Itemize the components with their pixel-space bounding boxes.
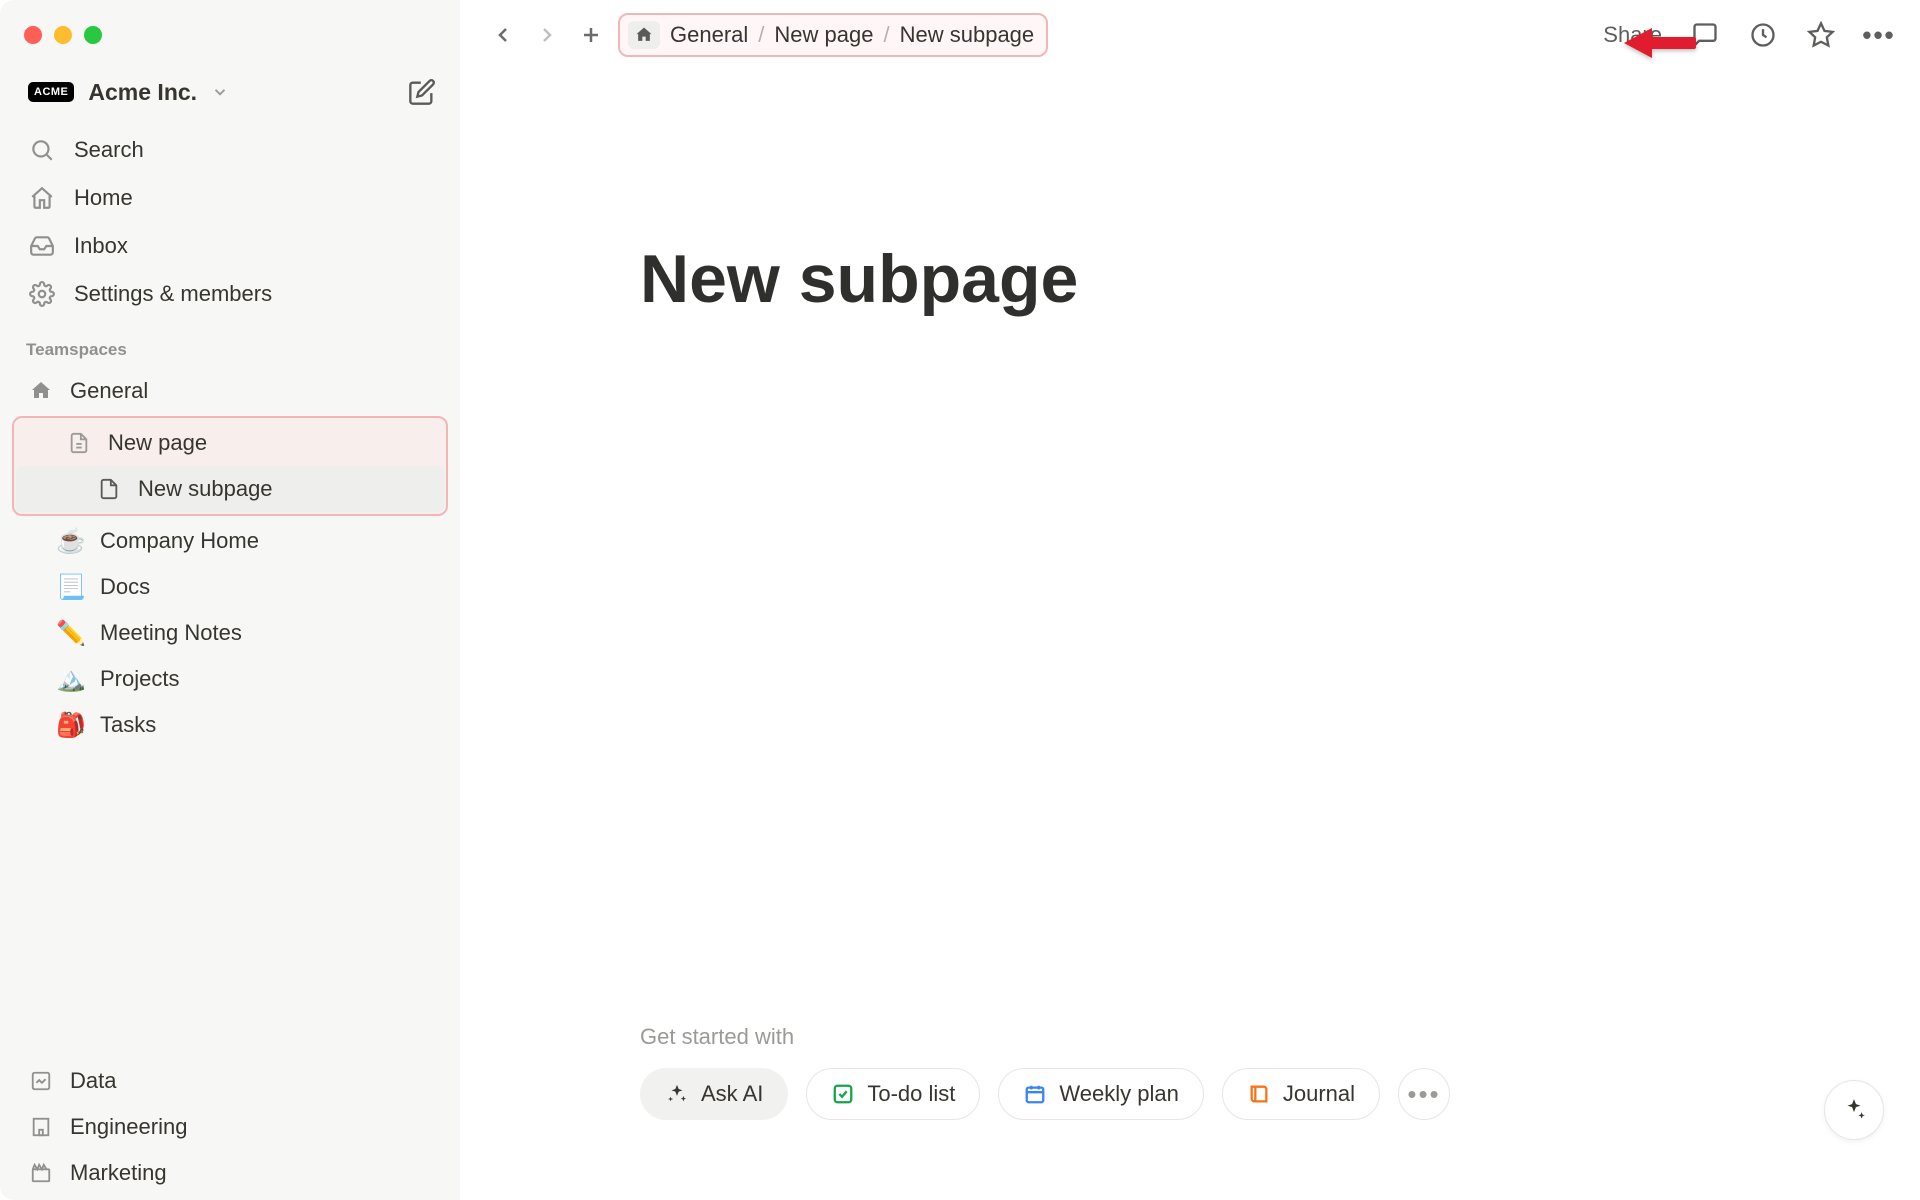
tree-item-label: Meeting Notes bbox=[100, 620, 242, 646]
pill-label: Journal bbox=[1283, 1081, 1355, 1107]
tree-item-tasks[interactable]: 🎒 Tasks bbox=[8, 702, 452, 748]
book-icon bbox=[1247, 1082, 1271, 1106]
starter-ask-ai[interactable]: Ask AI bbox=[640, 1068, 788, 1120]
maximize-window-button[interactable] bbox=[84, 26, 102, 44]
sidebar-item-search[interactable]: Search bbox=[10, 126, 450, 174]
starter-label: Get started with bbox=[640, 1024, 1920, 1050]
app-window: ACME Acme Inc. Search Home bbox=[0, 0, 1920, 1200]
tree-item-label: Engineering bbox=[70, 1114, 187, 1140]
breadcrumb-separator: / bbox=[883, 22, 889, 48]
tree-item-docs[interactable]: 📃 Docs bbox=[8, 564, 452, 610]
nav-back-button[interactable] bbox=[486, 18, 520, 52]
chevron-down-icon bbox=[211, 83, 229, 101]
tree-item-general[interactable]: General bbox=[8, 368, 452, 414]
sidebar-item-home[interactable]: Home bbox=[10, 174, 450, 222]
sidebar-tree: General New page New subpage ☕ bbox=[0, 368, 460, 748]
workspace-badge: ACME bbox=[28, 82, 74, 102]
tree-item-label: Marketing bbox=[70, 1160, 167, 1186]
tree-item-new-page[interactable]: New page bbox=[16, 420, 444, 466]
new-page-button[interactable] bbox=[408, 78, 436, 106]
workspace-switcher[interactable]: ACME Acme Inc. bbox=[0, 54, 460, 122]
chart-icon bbox=[26, 1066, 56, 1096]
sidebar-item-label: Search bbox=[74, 137, 144, 163]
starter-journal[interactable]: Journal bbox=[1222, 1068, 1380, 1120]
tree-item-label: New subpage bbox=[138, 476, 273, 502]
topbar: General / New page / New subpage Share bbox=[460, 0, 1920, 70]
breadcrumb-item[interactable]: New page bbox=[774, 22, 873, 48]
emoji-icon: ✏️ bbox=[56, 618, 86, 648]
breadcrumb-item[interactable]: New subpage bbox=[900, 22, 1035, 48]
highlight-annotation: New page New subpage bbox=[12, 416, 448, 516]
tree-item-data[interactable]: Data bbox=[8, 1058, 452, 1104]
sidebar-item-label: Home bbox=[74, 185, 133, 211]
tree-item-new-subpage[interactable]: New subpage bbox=[16, 466, 444, 512]
starter-todo[interactable]: To-do list bbox=[806, 1068, 980, 1120]
tree-item-label: Company Home bbox=[100, 528, 259, 554]
tree-item-engineering[interactable]: Engineering bbox=[8, 1104, 452, 1150]
sidebar-section-label: Teamspaces bbox=[0, 322, 460, 368]
tree-item-projects[interactable]: 🏔️ Projects bbox=[8, 656, 452, 702]
more-icon[interactable]: ••• bbox=[1864, 20, 1894, 50]
page-icon bbox=[94, 474, 124, 504]
tree-item-company-home[interactable]: ☕ Company Home bbox=[8, 518, 452, 564]
emoji-icon: 📃 bbox=[56, 572, 86, 602]
sidebar-item-label: Settings & members bbox=[74, 281, 272, 307]
clapper-icon bbox=[26, 1158, 56, 1188]
emoji-icon: 🏔️ bbox=[56, 664, 86, 694]
tree-item-label: Docs bbox=[100, 574, 150, 600]
sidebar-item-settings[interactable]: Settings & members bbox=[10, 270, 450, 318]
tree-item-label: Data bbox=[70, 1068, 116, 1094]
pill-label: To-do list bbox=[867, 1081, 955, 1107]
tree-item-label: Projects bbox=[100, 666, 179, 692]
main-area: General / New page / New subpage Share bbox=[460, 0, 1920, 1200]
new-tab-button[interactable] bbox=[574, 18, 608, 52]
ai-fab-button[interactable] bbox=[1824, 1080, 1884, 1140]
close-window-button[interactable] bbox=[24, 26, 42, 44]
tree-item-meeting-notes[interactable]: ✏️ Meeting Notes bbox=[8, 610, 452, 656]
workspace-name: Acme Inc. bbox=[88, 79, 197, 106]
favorite-icon[interactable] bbox=[1806, 20, 1836, 50]
tree-item-label: Tasks bbox=[100, 712, 156, 738]
sidebar-item-inbox[interactable]: Inbox bbox=[10, 222, 450, 270]
checkbox-icon bbox=[831, 1082, 855, 1106]
updates-icon[interactable] bbox=[1748, 20, 1778, 50]
starter-weekly[interactable]: Weekly plan bbox=[998, 1068, 1203, 1120]
emoji-icon: ☕ bbox=[56, 526, 86, 556]
gear-icon bbox=[28, 280, 56, 308]
tree-item-marketing[interactable]: Marketing bbox=[8, 1150, 452, 1196]
comments-icon[interactable] bbox=[1690, 20, 1720, 50]
window-controls bbox=[0, 8, 460, 54]
page-icon bbox=[64, 428, 94, 458]
tree-item-label: New page bbox=[108, 430, 207, 456]
emoji-icon: 🎒 bbox=[56, 710, 86, 740]
page-body: New subpage Get started with Ask AI bbox=[460, 70, 1920, 1200]
breadcrumb-item[interactable]: General bbox=[670, 22, 748, 48]
starter-section: Get started with Ask AI To-do list bbox=[460, 1024, 1920, 1200]
breadcrumb-home-icon[interactable] bbox=[628, 21, 660, 49]
tree-item-label: General bbox=[70, 378, 148, 404]
pill-label: Weekly plan bbox=[1059, 1081, 1178, 1107]
breadcrumb-separator: / bbox=[758, 22, 764, 48]
inbox-icon bbox=[28, 232, 56, 260]
breadcrumb: General / New page / New subpage bbox=[618, 13, 1048, 57]
share-button[interactable]: Share bbox=[1603, 22, 1662, 48]
search-icon bbox=[28, 136, 56, 164]
starter-more-button[interactable]: ••• bbox=[1398, 1068, 1450, 1120]
calendar-icon bbox=[1023, 1082, 1047, 1106]
sidebar-item-label: Inbox bbox=[74, 233, 128, 259]
page-title[interactable]: New subpage bbox=[460, 240, 1078, 318]
nav-forward-button[interactable] bbox=[530, 18, 564, 52]
house-icon bbox=[26, 376, 56, 406]
sparkle-icon bbox=[665, 1082, 689, 1106]
home-icon bbox=[28, 184, 56, 212]
minimize-window-button[interactable] bbox=[54, 26, 72, 44]
pill-label: Ask AI bbox=[701, 1081, 763, 1107]
sidebar: ACME Acme Inc. Search Home bbox=[0, 0, 460, 1200]
building-icon bbox=[26, 1112, 56, 1142]
